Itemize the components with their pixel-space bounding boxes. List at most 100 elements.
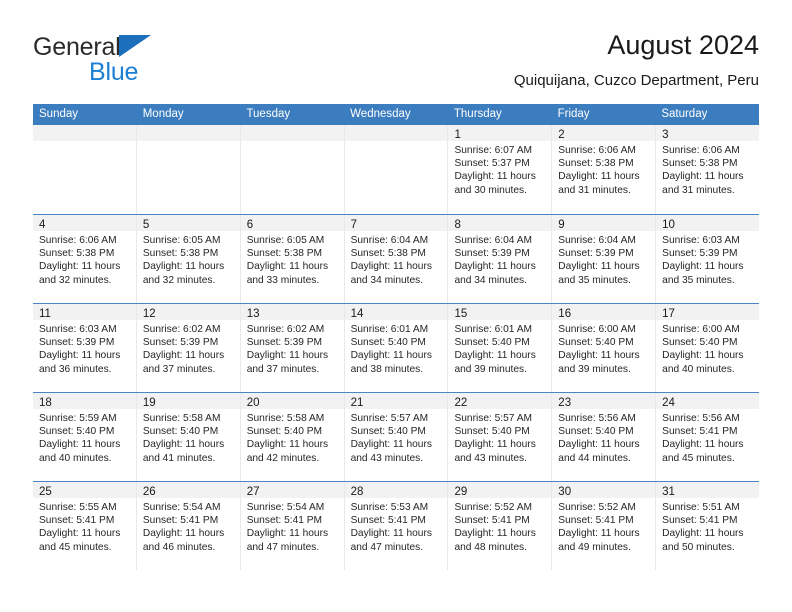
- daylight-text-line1: Daylight: 11 hours: [662, 439, 744, 451]
- day-cell[interactable]: 12 Sunrise: 6:02 AM Sunset: 5:39 PM Dayligh…: [136, 304, 241, 392]
- day-number-band: 26: [136, 482, 240, 498]
- day-cell[interactable]: 17 Sunrise: 6:00 AM Sunset: 5:40 PM Dayligh…: [656, 304, 760, 392]
- daylight-text-line1: Daylight: 11 hours: [350, 528, 432, 540]
- calendar-weeks: 1 Sunrise: 6:07 AM Sunset: 5:37 PM Daylight…: [33, 125, 760, 570]
- sunrise-text: Sunrise: 6:01 AM: [454, 324, 533, 335]
- daylight-text-line2: and 46 minutes.: [142, 541, 216, 553]
- day-cell[interactable]: 18 Sunrise: 5:59 AM Sunset: 5:40 PM Dayligh…: [33, 393, 137, 481]
- day-cell[interactable]: 16 Sunrise: 6:00 AM Sunset: 5:40 PM Dayligh…: [552, 304, 657, 392]
- sunset-text: Sunset: 5:41 PM: [454, 515, 530, 527]
- day-cell[interactable]: 10 Sunrise: 6:03 AM Sunset: 5:39 PM Dayligh…: [656, 215, 760, 303]
- day-number-band: 21: [344, 393, 448, 409]
- day-info: Sunrise: 5:57 AM Sunset: 5:40 PM Daylight:…: [448, 409, 551, 465]
- day-cell[interactable]: 24 Sunrise: 5:56 AM Sunset: 5:41 PM Dayligh…: [656, 393, 760, 481]
- day-cell[interactable]: 8 Sunrise: 6:04 AM Sunset: 5:39 PM Daylight…: [448, 215, 553, 303]
- day-cell[interactable]: 22 Sunrise: 5:57 AM Sunset: 5:40 PM Dayligh…: [448, 393, 553, 481]
- daylight-text-line1: Daylight: 11 hours: [350, 350, 432, 362]
- day-cell[interactable]: 21 Sunrise: 5:57 AM Sunset: 5:40 PM Dayligh…: [344, 393, 449, 481]
- day-cell[interactable]: 5 Sunrise: 6:05 AM Sunset: 5:38 PM Daylight…: [136, 215, 241, 303]
- daylight-text-line1: Daylight: 11 hours: [142, 439, 225, 451]
- daylight-text-line1: Daylight: 11 hours: [662, 350, 744, 362]
- day-number: 11: [39, 308, 51, 320]
- day-cell[interactable]: 11 Sunrise: 6:03 AM Sunset: 5:39 PM Dayligh…: [33, 304, 137, 392]
- day-cell[interactable]: 14 Sunrise: 6:01 AM Sunset: 5:40 PM Dayligh…: [344, 304, 449, 392]
- day-number: 20: [246, 397, 260, 409]
- day-number-band: 31: [656, 482, 760, 498]
- day-cell[interactable]: 29 Sunrise: 5:52 AM Sunset: 5:41 PM Dayligh…: [448, 482, 553, 570]
- sunset-text: Sunset: 5:39 PM: [558, 248, 634, 260]
- sunset-text: Sunset: 5:38 PM: [142, 248, 219, 260]
- day-cell[interactable]: 7 Sunrise: 6:04 AM Sunset: 5:38 PM Daylight…: [344, 215, 449, 303]
- sunset-text: Sunset: 5:41 PM: [662, 515, 738, 527]
- day-cell[interactable]: 28 Sunrise: 5:53 AM Sunset: 5:41 PM Dayligh…: [344, 482, 449, 570]
- sunrise-text: Sunrise: 5:54 AM: [246, 502, 325, 513]
- day-cell[interactable]: 1 Sunrise: 6:07 AM Sunset: 5:37 PM Daylight…: [448, 125, 553, 214]
- day-number-band: 20: [240, 393, 344, 409]
- daylight-text-line1: Daylight: 11 hours: [39, 350, 121, 362]
- day-number-band: 28: [344, 482, 448, 498]
- day-number-band: 5: [136, 215, 240, 231]
- day-info: Sunrise: 6:06 AM Sunset: 5:38 PM Daylight:…: [656, 141, 759, 197]
- day-number-band: 22: [448, 393, 552, 409]
- day-number-band: 13: [240, 304, 344, 320]
- sunset-text: Sunset: 5:40 PM: [558, 337, 634, 349]
- day-cell[interactable]: 31 Sunrise: 5:51 AM Sunset: 5:41 PM Dayligh…: [656, 482, 760, 570]
- daylight-text-line2: and 39 minutes.: [454, 363, 527, 375]
- day-cell[interactable]: 23 Sunrise: 5:56 AM Sunset: 5:40 PM Dayligh…: [552, 393, 657, 481]
- sunrise-text: Sunrise: 6:02 AM: [246, 324, 325, 335]
- day-cell[interactable]: 13 Sunrise: 6:02 AM Sunset: 5:39 PM Dayligh…: [240, 304, 345, 392]
- day-number: 4: [39, 219, 46, 231]
- day-info: Sunrise: 6:03 AM Sunset: 5:39 PM Daylight:…: [656, 231, 759, 287]
- day-cell-empty: [136, 125, 241, 214]
- day-number: 14: [350, 308, 364, 320]
- sunset-text: Sunset: 5:38 PM: [662, 158, 738, 170]
- day-info: Sunrise: 5:54 AM Sunset: 5:41 PM Daylight:…: [241, 498, 344, 554]
- general-blue-logo[interactable]: General Blue: [33, 32, 223, 90]
- day-cell-empty: [33, 125, 137, 214]
- week-row: 4 Sunrise: 6:06 AM Sunset: 5:38 PM Daylight…: [33, 214, 760, 303]
- day-cell[interactable]: 26 Sunrise: 5:54 AM Sunset: 5:41 PM Dayligh…: [136, 482, 241, 570]
- day-cell[interactable]: 25 Sunrise: 5:55 AM Sunset: 5:41 PM Dayligh…: [33, 482, 137, 570]
- daylight-text-line1: Daylight: 11 hours: [246, 528, 329, 540]
- day-cell[interactable]: 19 Sunrise: 5:58 AM Sunset: 5:40 PM Dayligh…: [136, 393, 241, 481]
- daylight-text-line2: and 47 minutes.: [246, 541, 320, 553]
- sunrise-text: Sunrise: 5:53 AM: [350, 502, 429, 513]
- sunrise-text: Sunrise: 6:04 AM: [558, 235, 636, 246]
- day-number: 22: [454, 397, 468, 409]
- day-cell[interactable]: 3 Sunrise: 6:06 AM Sunset: 5:38 PM Daylight…: [656, 125, 760, 214]
- day-number: 16: [558, 308, 572, 320]
- day-info: Sunrise: 5:53 AM Sunset: 5:41 PM Daylight:…: [345, 498, 448, 554]
- sunrise-text: Sunrise: 5:55 AM: [39, 502, 117, 513]
- daylight-text-line1: Daylight: 11 hours: [39, 528, 121, 540]
- triangle-icon: [118, 35, 151, 57]
- day-info: Sunrise: 5:51 AM Sunset: 5:41 PM Daylight:…: [656, 498, 759, 554]
- day-cell[interactable]: 27 Sunrise: 5:54 AM Sunset: 5:41 PM Dayligh…: [240, 482, 345, 570]
- day-cell[interactable]: 4 Sunrise: 6:06 AM Sunset: 5:38 PM Daylight…: [33, 215, 137, 303]
- sunset-text: Sunset: 5:40 PM: [662, 337, 738, 349]
- sunrise-text: Sunrise: 6:01 AM: [350, 324, 429, 335]
- day-cell[interactable]: 30 Sunrise: 5:52 AM Sunset: 5:41 PM Dayligh…: [552, 482, 657, 570]
- daylight-text-line2: and 44 minutes.: [558, 452, 631, 464]
- day-cell[interactable]: 9 Sunrise: 6:04 AM Sunset: 5:39 PM Daylight…: [552, 215, 657, 303]
- day-info: Sunrise: 5:52 AM Sunset: 5:41 PM Daylight:…: [448, 498, 551, 554]
- day-number: 29: [454, 486, 468, 498]
- day-cell[interactable]: 15 Sunrise: 6:01 AM Sunset: 5:40 PM Dayligh…: [448, 304, 553, 392]
- day-cell[interactable]: 6 Sunrise: 6:05 AM Sunset: 5:38 PM Daylight…: [240, 215, 345, 303]
- day-info: Sunrise: 6:02 AM Sunset: 5:39 PM Daylight:…: [241, 320, 344, 376]
- logo-text-general: General: [33, 33, 121, 61]
- day-number-band: 16: [552, 304, 656, 320]
- day-number-band: 1: [448, 125, 552, 141]
- day-number: 8: [454, 219, 461, 231]
- day-number-band: 11: [33, 304, 136, 320]
- day-cell[interactable]: 20 Sunrise: 5:58 AM Sunset: 5:40 PM Dayligh…: [240, 393, 345, 481]
- sunset-text: Sunset: 5:40 PM: [350, 426, 426, 438]
- sunrise-text: Sunrise: 5:58 AM: [246, 413, 325, 424]
- day-cell[interactable]: 2 Sunrise: 6:06 AM Sunset: 5:38 PM Daylight…: [552, 125, 657, 214]
- day-info: Sunrise: 5:56 AM Sunset: 5:40 PM Daylight:…: [552, 409, 655, 465]
- day-number: 26: [142, 486, 156, 498]
- day-number: 3: [662, 129, 669, 141]
- day-number-band: 30: [552, 482, 656, 498]
- day-info: Sunrise: 6:04 AM Sunset: 5:39 PM Daylight:…: [448, 231, 551, 287]
- daylight-text-line2: and 37 minutes.: [246, 363, 320, 375]
- daylight-text-line1: Daylight: 11 hours: [246, 350, 329, 362]
